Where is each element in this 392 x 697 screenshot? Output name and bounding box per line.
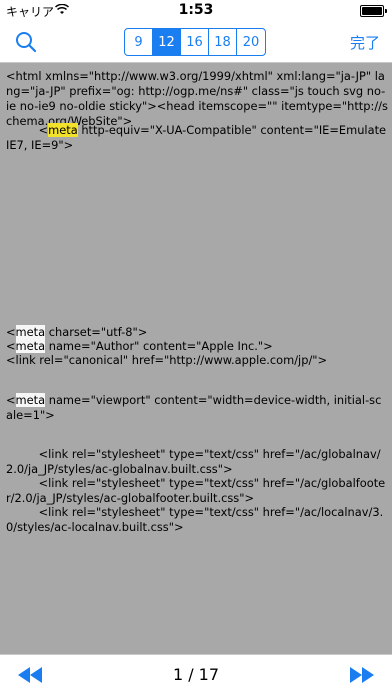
source-line: <meta name="Author" content="Apple Inc."… [6,339,388,354]
status-time: 1:53 [178,2,214,18]
top-toolbar: 9 12 16 18 20 完了 [0,22,392,63]
source-line: <meta name="viewport" content="width=dev… [6,393,388,423]
source-view[interactable]: <html xmlns="http://www.w3.org/1999/xhtm… [0,63,392,654]
bottom-toolbar: 1 / 17 [0,654,392,697]
status-bar: キャリア 1:53 [0,0,392,22]
search-match: meta [15,393,46,407]
source-line: <link rel="stylesheet" type="text/css" h… [6,505,384,534]
source-line: <html xmlns="http://www.w3.org/1999/xhtm… [6,69,388,128]
page-indicator: 1 / 17 [172,665,220,684]
source-line: <link rel="canonical" href="http://www.a… [6,353,328,367]
search-match: meta [15,325,46,339]
source-line: <meta charset="utf-8"> [6,325,388,340]
source-text: < [6,339,16,353]
source-line: <meta http-equiv="X-UA-Compatible" conte… [6,123,388,153]
source-line: <link rel="stylesheet" type="text/css" h… [6,476,386,505]
search-match: meta [15,339,46,353]
indent-text: < [6,123,49,137]
next-match-icon[interactable] [350,667,374,683]
source-text: name="viewport" content="width=device-wi… [6,393,382,422]
font-size-20[interactable]: 20 [237,29,265,55]
font-size-12[interactable]: 12 [153,29,181,55]
source-text: name="Author" content="Apple Inc."> [45,339,273,353]
source-text: < [6,393,16,407]
search-match-current: meta [48,123,78,137]
source-line: <link rel="stylesheet" type="text/css" h… [6,447,381,476]
battery-icon [360,5,387,17]
search-icon[interactable] [14,30,38,54]
source-text: < [6,325,16,339]
font-size-18[interactable]: 18 [209,29,237,55]
font-size-16[interactable]: 16 [181,29,209,55]
source-text: charset="utf-8"> [45,325,148,339]
font-size-segmented-control: 9 12 16 18 20 [124,28,266,56]
font-size-9[interactable]: 9 [125,29,153,55]
done-button[interactable]: 完了 [350,32,380,53]
